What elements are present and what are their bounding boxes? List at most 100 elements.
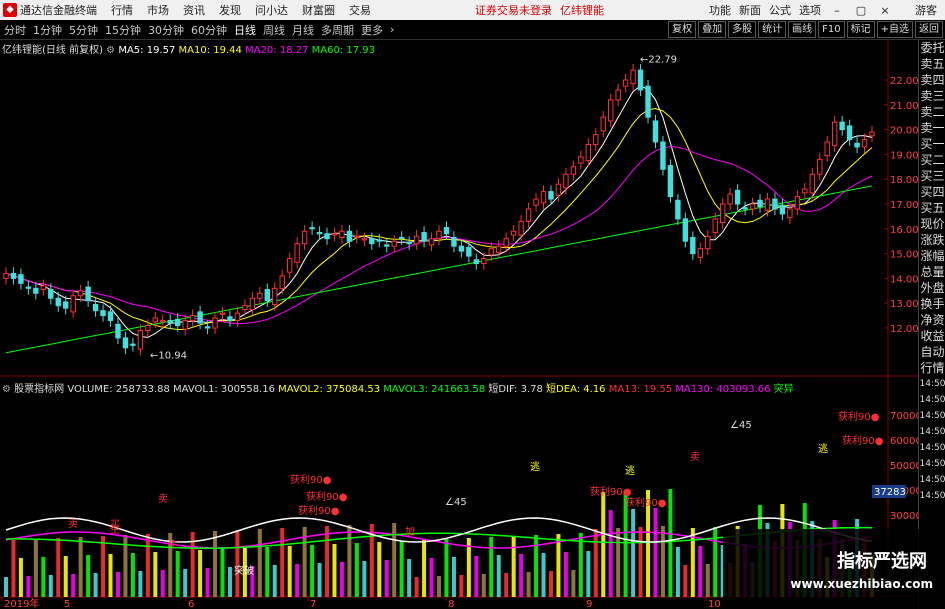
candle-body [384, 244, 390, 247]
period-15min[interactable]: 15分钟 [105, 22, 141, 38]
sidebar-item-26[interactable]: 14:50 [919, 456, 945, 472]
menu-ask[interactable]: 问小达 [255, 2, 288, 18]
candle-body [473, 259, 480, 265]
sidebar-item-2[interactable]: 卖四 [919, 72, 945, 88]
volume-bar [571, 570, 576, 597]
sidebar-item-7[interactable]: 买二 [919, 152, 945, 168]
close-icon[interactable]: × [877, 4, 893, 17]
menu-news[interactable]: 资讯 [183, 2, 205, 18]
sidebar-item-14[interactable]: 总量 [919, 264, 945, 280]
restore-icon[interactable]: ▢ [853, 4, 869, 17]
candle-body [675, 199, 681, 220]
candle-body [257, 292, 263, 299]
sidebar-item-3[interactable]: 卖三 [919, 88, 945, 104]
sidebar-item-24[interactable]: 14:50 [919, 424, 945, 440]
sidebar-item-28[interactable]: 14:50 [919, 488, 945, 504]
sidebar-item-23[interactable]: 14:50 [919, 408, 945, 424]
menu-market[interactable]: 市场 [147, 2, 169, 18]
btn-mark[interactable]: 标记 [846, 21, 875, 38]
sidebar-item-16[interactable]: 换手 [919, 296, 945, 312]
menu-discover[interactable]: 发现 [219, 2, 241, 18]
volume-bar [548, 571, 553, 597]
login-notice[interactable]: 证券交易未登录 [475, 2, 552, 18]
user-label[interactable]: 游客 [915, 2, 937, 18]
period-more[interactable]: 更多 [361, 22, 383, 38]
period-weekly[interactable]: 周线 [263, 22, 285, 38]
period-5min[interactable]: 5分钟 [69, 22, 98, 38]
sidebar-item-25[interactable]: 14:50 [919, 440, 945, 456]
kline-chart[interactable]: 获利90●获利90●获利90●获利90●获利90●获利90●获利90●逃 逃逃卖卖… [0, 40, 918, 609]
minimize-icon[interactable]: – [829, 4, 845, 17]
menu-formula[interactable]: 公式 [769, 2, 791, 18]
btn-multi-stock[interactable]: 多股 [728, 21, 757, 38]
btn-stats[interactable]: 统计 [758, 21, 787, 38]
volume-bar [422, 540, 427, 597]
sidebar-item-1[interactable]: 卖五 [919, 56, 945, 72]
candle-body [301, 230, 308, 245]
candle-body [757, 199, 763, 207]
date-tick-label: 9 [586, 599, 592, 609]
candle-body [772, 198, 778, 210]
period-1min[interactable]: 1分钟 [33, 22, 62, 38]
btn-overlay[interactable]: 叠加 [698, 21, 727, 38]
sidebar-item-5[interactable]: 卖一 [919, 120, 945, 136]
candle-body [458, 245, 465, 252]
menu-new-page[interactable]: 新面 [739, 2, 761, 18]
legend-ma13: MA13: 19.55 [608, 384, 673, 395]
menu-quotes[interactable]: 行情 [111, 2, 133, 18]
candle-body [316, 232, 323, 235]
sidebar-item-20[interactable]: 行情 [919, 360, 945, 376]
sidebar-item-13[interactable]: 涨幅 [919, 248, 945, 264]
candle-body [145, 325, 151, 331]
candle-body [152, 317, 159, 323]
sidebar-item-9[interactable]: 买四 [919, 184, 945, 200]
btn-f10[interactable]: F10 [818, 21, 845, 38]
sidebar-item-21[interactable]: 14:50 [919, 376, 945, 392]
sidebar-item-19[interactable]: 自动 [919, 344, 945, 360]
date-tick-label: 2019年 [4, 597, 39, 609]
period-daily[interactable]: 日线 [234, 22, 256, 38]
sidebar-item-4[interactable]: 卖二 [919, 104, 945, 120]
more-arrow-icon[interactable]: › [390, 23, 394, 36]
sidebar-item-6[interactable]: 买一 [919, 136, 945, 152]
sidebar-item-11[interactable]: 现价 [919, 216, 945, 232]
candle-body [488, 248, 494, 256]
btn-watchlist[interactable]: +自选 [876, 21, 913, 38]
period-multi[interactable]: 多周期 [321, 22, 354, 38]
high-price-label: ←22.79 [640, 54, 677, 65]
sidebar-item-27[interactable]: 14:50 [919, 472, 945, 488]
period-monthly[interactable]: 月线 [292, 22, 314, 38]
menu-wealth[interactable]: 财富圈 [302, 2, 335, 18]
sidebar-item-15[interactable]: 外盘 [919, 280, 945, 296]
sidebar-item-8[interactable]: 买三 [919, 168, 945, 184]
legend-ma60: MA60: 17.93 [311, 45, 376, 56]
period-intraday[interactable]: 分时 [4, 22, 26, 38]
volume-bar [205, 568, 210, 597]
candle-body [421, 232, 427, 242]
sidebar-item-0[interactable]: 委托 [919, 40, 945, 56]
candle-body [189, 315, 196, 322]
sidebar-item-12[interactable]: 涨跌 [919, 232, 945, 248]
sidebar-item-10[interactable]: 买五 [919, 200, 945, 216]
candle-body [324, 233, 330, 240]
date-tick-label: 10 [708, 599, 721, 609]
volume-bar [257, 529, 262, 597]
menu-function[interactable]: 功能 [709, 2, 731, 18]
sidebar-item-17[interactable]: 净资 [919, 312, 945, 328]
period-30min[interactable]: 30分钟 [148, 22, 184, 38]
sidebar-item-22[interactable]: 14:50 [919, 392, 945, 408]
candle-body [100, 310, 106, 317]
btn-draw[interactable]: 画线 [788, 21, 817, 38]
volume-bar [660, 526, 665, 597]
indicator-settings-icon[interactable]: ⚙ [2, 384, 14, 395]
volume-bar [227, 567, 232, 597]
candle-body [428, 238, 435, 246]
menu-trade[interactable]: 交易 [349, 2, 371, 18]
settings-icon[interactable]: ⚙ [106, 45, 118, 56]
volume-bar [437, 576, 441, 597]
period-60min[interactable]: 60分钟 [191, 22, 227, 38]
btn-adjust[interactable]: 复权 [668, 21, 697, 38]
menu-options[interactable]: 选项 [799, 2, 821, 18]
btn-back[interactable]: 返回 [915, 21, 943, 38]
sidebar-item-18[interactable]: 收益 [919, 328, 945, 344]
